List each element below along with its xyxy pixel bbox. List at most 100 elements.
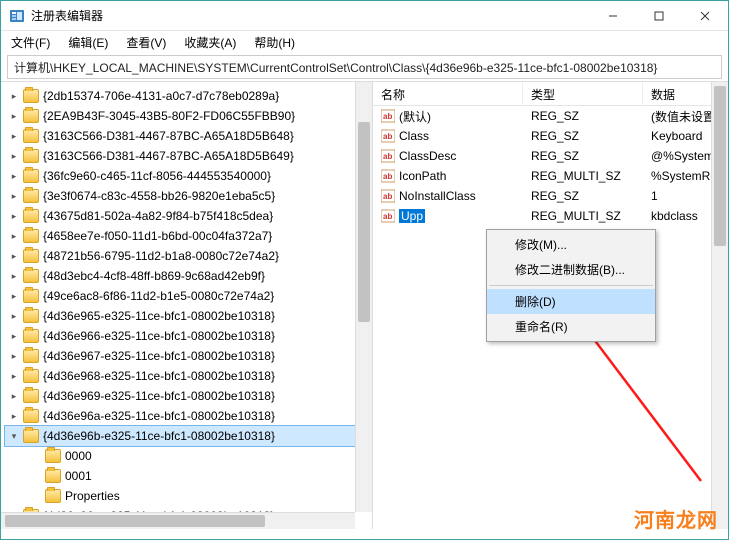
value-type: REG_SZ — [523, 129, 643, 143]
expand-icon[interactable] — [5, 431, 23, 442]
expand-icon[interactable] — [5, 191, 23, 202]
column-name[interactable]: 名称 — [373, 82, 523, 105]
tree-vertical-scrollbar[interactable] — [355, 82, 372, 512]
value-type: REG_MULTI_SZ — [523, 169, 643, 183]
tree-item[interactable]: {3e3f0674-c83c-4558-bb26-9820e1eba5c5} — [5, 186, 372, 206]
folder-icon — [45, 449, 61, 463]
menu-separator — [489, 285, 653, 286]
menu-item-modify[interactable]: 修改(M)... — [487, 232, 655, 257]
svg-text:ab: ab — [383, 132, 392, 141]
list-row[interactable]: abClassREG_SZKeyboard — [373, 126, 728, 146]
list-body: ab(默认)REG_SZ(数值未设置)abClassREG_SZKeyboard… — [373, 106, 728, 226]
expand-icon[interactable] — [5, 411, 23, 422]
expand-icon[interactable] — [5, 231, 23, 242]
expand-icon[interactable] — [5, 311, 23, 322]
expand-icon[interactable] — [5, 91, 23, 102]
tree-item[interactable]: {3163C566-D381-4467-87BC-A65A18D5B649} — [5, 146, 372, 166]
svg-text:ab: ab — [383, 212, 392, 221]
maximize-button[interactable] — [636, 1, 682, 30]
folder-icon — [23, 209, 39, 223]
svg-text:ab: ab — [383, 172, 392, 181]
column-type[interactable]: 类型 — [523, 82, 643, 105]
address-bar[interactable]: 计算机\HKEY_LOCAL_MACHINE\SYSTEM\CurrentCon… — [7, 55, 722, 79]
menu-edit[interactable]: 编辑(E) — [64, 32, 112, 53]
expand-icon[interactable] — [5, 271, 23, 282]
tree-item[interactable]: {49ce6ac8-6f86-11d2-b1e5-0080c72e74a2} — [5, 286, 372, 306]
context-menu: 修改(M)... 修改二进制数据(B)... 删除(D) 重命名(R) — [486, 229, 656, 342]
tree-item[interactable]: {43675d81-502a-4a82-9f84-b75f418c5dea} — [5, 206, 372, 226]
tree-item-label: {3163C566-D381-4467-87BC-A65A18D5B649} — [43, 149, 294, 163]
value-type: REG_SZ — [523, 189, 643, 203]
svg-text:ab: ab — [383, 152, 392, 161]
tree-item[interactable]: {4d36e96a-e325-11ce-bfc1-08002be10318} — [5, 406, 372, 426]
list-row[interactable]: abUppREG_MULTI_SZkbdclass — [373, 206, 728, 226]
tree-item[interactable]: {48d3ebc4-4cf8-48ff-b869-9c68ad42eb9f} — [5, 266, 372, 286]
tree-item[interactable]: {4d36e965-e325-11ce-bfc1-08002be10318} — [5, 306, 372, 326]
window-controls — [590, 1, 728, 30]
scrollbar-thumb[interactable] — [358, 122, 370, 322]
expand-icon[interactable] — [5, 251, 23, 262]
tree-item[interactable]: {48721b56-6795-11d2-b1a8-0080c72e74a2} — [5, 246, 372, 266]
menu-item-delete[interactable]: 删除(D) — [487, 289, 655, 314]
expand-icon[interactable] — [5, 131, 23, 142]
tree-item[interactable]: {2db15374-706e-4131-a0c7-d7c78eb0289a} — [5, 86, 372, 106]
tree-item-label: Properties — [65, 489, 120, 503]
menu-help[interactable]: 帮助(H) — [250, 32, 299, 53]
tree-item-label: {4d36e968-e325-11ce-bfc1-08002be10318} — [43, 369, 275, 383]
expand-icon[interactable] — [5, 351, 23, 362]
list-row[interactable]: abClassDescREG_SZ@%SystemRoot%\S — [373, 146, 728, 166]
expand-icon[interactable] — [5, 371, 23, 382]
tree-item[interactable]: {36fc9e60-c465-11cf-8056-444553540000} — [5, 166, 372, 186]
minimize-button[interactable] — [590, 1, 636, 30]
tree-item-label: {48721b56-6795-11d2-b1a8-0080c72e74a2} — [43, 249, 279, 263]
folder-icon — [23, 369, 39, 383]
expand-icon[interactable] — [5, 171, 23, 182]
scrollbar-thumb[interactable] — [714, 86, 726, 246]
menu-item-rename[interactable]: 重命名(R) — [487, 314, 655, 339]
tree-item[interactable]: {4658ee7e-f050-11d1-b6bd-00c04fa372a7} — [5, 226, 372, 246]
tree-item[interactable]: {3163C566-D381-4467-87BC-A65A18D5B648} — [5, 126, 372, 146]
tree-item[interactable]: {4d36e968-e325-11ce-bfc1-08002be10318} — [5, 366, 372, 386]
tree-item[interactable]: {4d36e967-e325-11ce-bfc1-08002be10318} — [5, 346, 372, 366]
value-name: NoInstallClass — [399, 189, 476, 203]
tree-item[interactable]: {4d36e96b-e325-11ce-bfc1-08002be10318} — [5, 426, 372, 446]
expand-icon[interactable] — [5, 211, 23, 222]
tree-item-label: 0001 — [65, 469, 92, 483]
folder-icon — [23, 169, 39, 183]
scrollbar-thumb[interactable] — [5, 515, 265, 527]
tree-item-label: {36fc9e60-c465-11cf-8056-444553540000} — [43, 169, 271, 183]
list-row[interactable]: ab(默认)REG_SZ(数值未设置) — [373, 106, 728, 126]
menu-file[interactable]: 文件(F) — [7, 32, 54, 53]
tree-item[interactable]: {4d36e966-e325-11ce-bfc1-08002be10318} — [5, 326, 372, 346]
tree-item-label: {48d3ebc4-4cf8-48ff-b869-9c68ad42eb9f} — [43, 269, 265, 283]
tree-item[interactable]: 0000 — [5, 446, 372, 466]
tree-item[interactable]: {2EA9B43F-3045-43B5-80F2-FD06C55FBB90} — [5, 106, 372, 126]
list-vertical-scrollbar[interactable] — [711, 82, 728, 529]
tree-horizontal-scrollbar[interactable] — [1, 512, 355, 529]
tree-item-label: 0000 — [65, 449, 92, 463]
value-type: REG_SZ — [523, 109, 643, 123]
expand-icon[interactable] — [5, 151, 23, 162]
folder-icon — [23, 409, 39, 423]
close-button[interactable] — [682, 1, 728, 30]
expand-icon[interactable] — [5, 291, 23, 302]
tree-item[interactable]: Properties — [5, 486, 372, 506]
list-row[interactable]: abNoInstallClassREG_SZ1 — [373, 186, 728, 206]
tree-pane[interactable]: {2db15374-706e-4131-a0c7-d7c78eb0289a}{2… — [1, 82, 373, 529]
folder-icon — [23, 149, 39, 163]
menu-favorites[interactable]: 收藏夹(A) — [180, 32, 240, 53]
tree-item[interactable]: 0001 — [5, 466, 372, 486]
list-row[interactable]: abIconPathREG_MULTI_SZ%SystemRoot%\Sys — [373, 166, 728, 186]
menu-view[interactable]: 查看(V) — [122, 32, 170, 53]
folder-icon — [23, 349, 39, 363]
expand-icon[interactable] — [5, 331, 23, 342]
expand-icon[interactable] — [5, 111, 23, 122]
tree-item[interactable]: {4d36e969-e325-11ce-bfc1-08002be10318} — [5, 386, 372, 406]
svg-text:ab: ab — [383, 112, 392, 121]
tree-item-label: {4d36e969-e325-11ce-bfc1-08002be10318} — [43, 389, 275, 403]
expand-icon[interactable] — [5, 391, 23, 402]
tree-item-label: {4d36e967-e325-11ce-bfc1-08002be10318} — [43, 349, 275, 363]
value-name: ClassDesc — [399, 149, 456, 163]
value-name: (默认) — [399, 108, 431, 125]
menu-item-modify-binary[interactable]: 修改二进制数据(B)... — [487, 257, 655, 282]
